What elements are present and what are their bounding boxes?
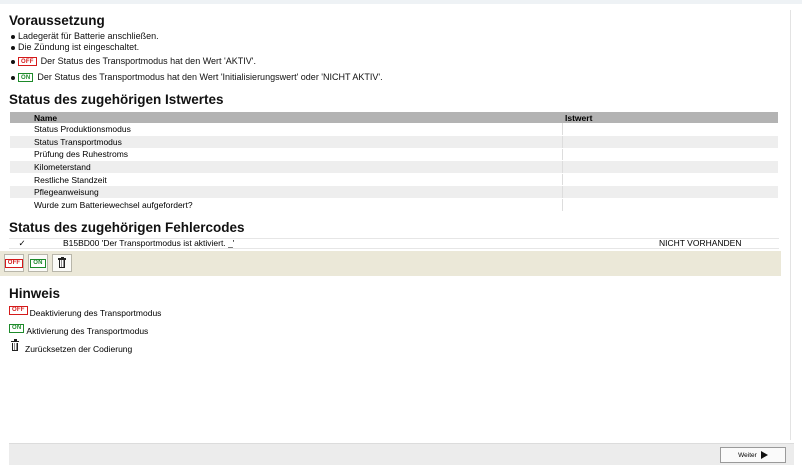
weiter-button[interactable]: Weiter: [720, 447, 786, 463]
on-badge-icon: ON: [30, 258, 46, 268]
table-cell-name: Pflegeanweisung: [10, 185, 562, 200]
voraussetzung-item-text: Der Status des Transportmodus hat den We…: [37, 72, 383, 82]
table-cell-istwert: [561, 173, 778, 187]
voraussetzung-item: OFF Der Status des Transportmodus hat de…: [9, 54, 779, 69]
voraussetzung-item-text: Die Zündung ist eingeschaltet.: [18, 42, 140, 52]
bullet-dot: [11, 34, 15, 39]
table-row[interactable]: Kilometerstand: [10, 160, 778, 174]
bullet-dot: [11, 59, 15, 64]
hinweis-item: OFF Deaktivierung des Transportmodus: [9, 305, 779, 318]
table-cell-istwert: [561, 185, 778, 200]
bullet-dot: [11, 45, 15, 50]
table-cell-name: Status Produktionsmodus: [10, 123, 562, 137]
bullet-dot: [11, 75, 15, 80]
off-badge-icon: OFF: [9, 305, 28, 315]
column-header-istwert: Istwert: [562, 112, 778, 123]
table-row[interactable]: Prüfung des Ruhestroms: [10, 148, 778, 162]
section-title-hinweis: Hinweis: [9, 285, 61, 301]
scrollbar-track[interactable]: [790, 10, 798, 440]
table-cell-istwert: [561, 135, 778, 149]
table-cell-name: Restliche Standzeit: [10, 173, 562, 187]
table-cell-istwert: [561, 160, 778, 174]
section-title-fehlercodes: Status des zugehörigen Fehlercodes: [9, 219, 245, 235]
table-cell-name: Kilometerstand: [10, 160, 562, 174]
table-cell-name: Wurde zum Batteriewechsel aufgefordert?: [10, 198, 562, 212]
action-toolbar: OFF ON: [0, 250, 781, 276]
off-badge-icon: OFF: [4, 258, 24, 268]
table-row[interactable]: Pflegeanweisung: [10, 185, 778, 200]
table-cell-name: Status Transportmodus: [10, 135, 562, 149]
activate-button[interactable]: ON: [28, 254, 48, 273]
table-row[interactable]: Status Produktionsmodus: [10, 123, 778, 137]
voraussetzung-item: Die Zündung ist eingeschaltet.: [9, 42, 779, 53]
voraussetzung-item: ON Der Status des Transportmodus hat den…: [9, 70, 779, 85]
table-cell-name: Prüfung des Ruhestroms: [10, 148, 562, 162]
reset-coding-button[interactable]: [52, 254, 72, 273]
column-header-name: Name: [10, 112, 562, 123]
top-border: [0, 0, 802, 4]
voraussetzung-item-text: Ladegerät für Batterie anschließen.: [18, 31, 159, 41]
table-cell-istwert: [561, 198, 778, 212]
on-badge-icon: ON: [9, 323, 25, 333]
app-window: Voraussetzung Ladegerät für Batterie ans…: [0, 0, 802, 474]
table-header-row: Name Istwert: [10, 112, 778, 123]
hinweis-item-text: Zurücksetzen der Codierung: [25, 343, 133, 354]
table-row[interactable]: Wurde zum Batteriewechsel aufgefordert?: [10, 198, 778, 212]
voraussetzung-item-text: Der Status des Transportmodus hat den We…: [40, 56, 256, 66]
table-cell-istwert: [561, 148, 778, 162]
table-row[interactable]: Restliche Standzeit: [10, 173, 778, 187]
hinweis-item-text: Aktivierung des Transportmodus: [26, 325, 149, 336]
main-content: Voraussetzung Ladegerät für Batterie ans…: [0, 13, 781, 360]
deactivate-button[interactable]: OFF: [4, 254, 24, 273]
hinweis-item: ON Aktivierung des Transportmodus: [9, 323, 779, 336]
voraussetzung-list: Ladegerät für Batterie anschließen. Die …: [9, 31, 779, 85]
table-cell-istwert: [561, 123, 778, 137]
section-title-voraussetzung: Voraussetzung: [9, 13, 105, 28]
fehlercode-text: B15BD00 'Der Transportmodus ist aktivier…: [63, 238, 235, 249]
footer-bar: Weiter: [9, 443, 794, 465]
on-badge-icon: ON: [18, 73, 34, 82]
section-title-istwerte: Status des zugehörigen Istwertes: [9, 92, 224, 107]
table-row[interactable]: Status Transportmodus: [10, 135, 778, 149]
play-arrow-icon: [760, 451, 768, 459]
weiter-label: Weiter: [738, 451, 757, 459]
hinweis-list: OFF Deaktivierung des Transportmodus ON …: [9, 305, 779, 354]
fehlercode-row[interactable]: ✓ B15BD00 'Der Transportmodus ist aktivi…: [9, 237, 779, 249]
hinweis-item-text: Deaktivierung des Transportmodus: [29, 307, 162, 318]
trash-icon: [58, 256, 66, 269]
hinweis-item: Zurücksetzen der Codierung: [9, 339, 779, 354]
istwerte-table: Name Istwert Status Produktionsmodus Sta…: [10, 112, 778, 212]
voraussetzung-item: Ladegerät für Batterie anschließen.: [9, 31, 779, 42]
fehlercode-status: NICHT VORHANDEN: [659, 238, 742, 249]
checkmark-icon: ✓: [18, 237, 26, 248]
trash-icon: [11, 339, 19, 351]
off-badge-icon: OFF: [18, 57, 37, 66]
